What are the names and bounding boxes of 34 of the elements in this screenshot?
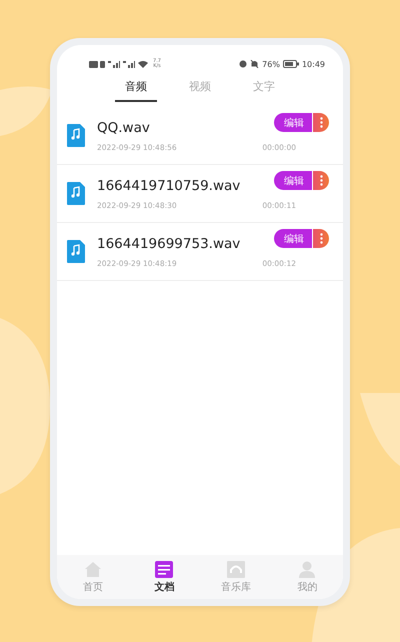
battery-icon	[282, 60, 299, 68]
more-button[interactable]	[312, 113, 329, 132]
nav-tab[interactable]: 我的	[272, 561, 343, 599]
more-icon	[320, 175, 322, 186]
more-button[interactable]	[312, 229, 329, 248]
edit-button[interactable]: 编辑	[274, 171, 312, 190]
sim-card-icon	[89, 60, 105, 68]
nav-tab[interactable]: 音乐库	[200, 561, 272, 599]
signal-icon	[108, 60, 120, 68]
alarm-icon	[239, 60, 248, 68]
audio-file-icon	[67, 182, 85, 205]
person-icon	[297, 561, 318, 578]
background-shape	[0, 86, 52, 136]
more-icon	[320, 233, 322, 244]
nav-tab[interactable]: 文档	[128, 561, 200, 599]
tab[interactable]: 音频	[115, 79, 157, 102]
audio-file-icon	[67, 240, 85, 263]
edit-button[interactable]: 编辑	[274, 229, 312, 248]
battery-percent: 76%	[262, 60, 280, 68]
headphones-icon	[226, 561, 246, 578]
nav-tab[interactable]: 首页	[57, 561, 128, 599]
more-button[interactable]	[312, 171, 329, 190]
edit-button[interactable]: 编辑	[274, 113, 312, 132]
clock-time: 10:49	[302, 60, 325, 68]
file-name: QQ.wav	[97, 120, 151, 136]
document-icon	[154, 561, 174, 578]
more-icon	[320, 117, 322, 128]
mute-icon	[250, 60, 260, 68]
file-name: 1664419710759.wav	[97, 178, 242, 194]
home-icon	[82, 561, 103, 578]
audio-file-icon	[67, 124, 85, 147]
signal-icon	[123, 60, 135, 68]
wifi-icon	[138, 60, 148, 68]
file-name: 1664419699753.wav	[97, 236, 242, 252]
